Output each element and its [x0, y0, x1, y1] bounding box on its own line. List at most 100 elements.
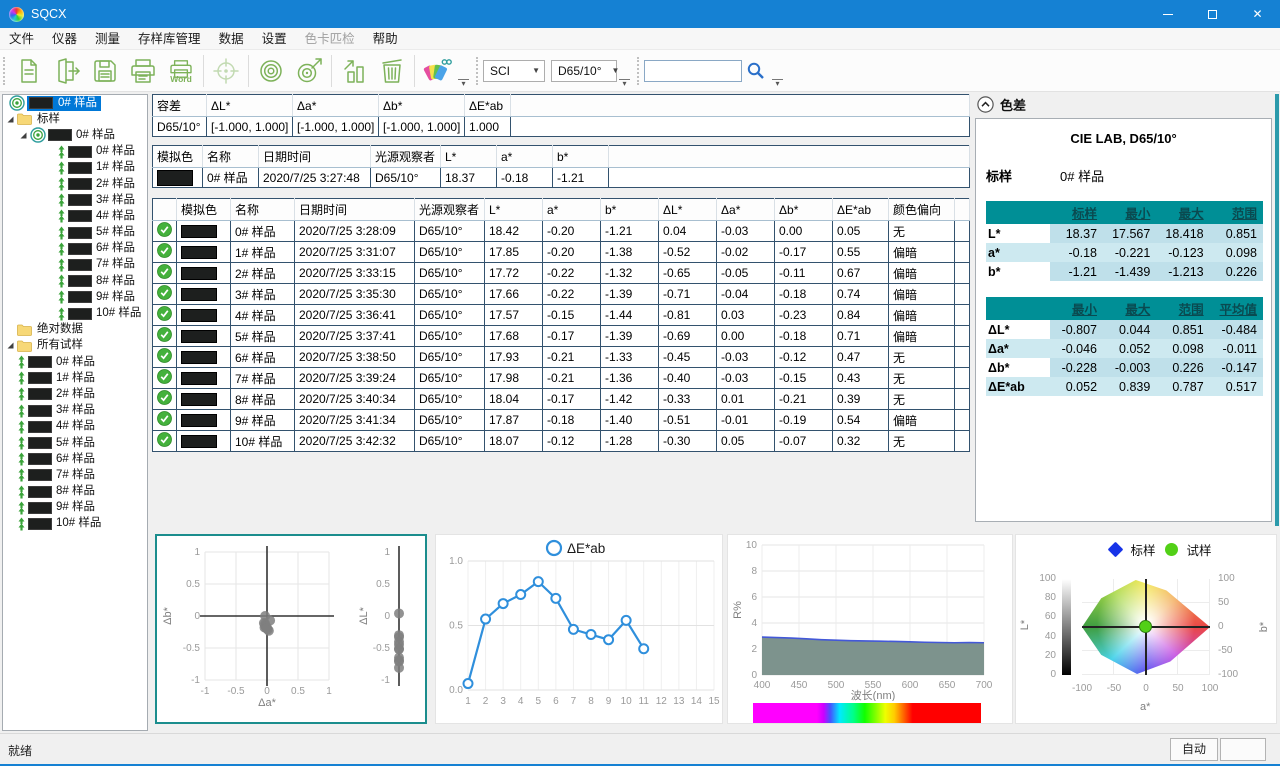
- sample-row-9[interactable]: 9# 样品2020/7/25 3:41:34D65/10°17.87-0.18-…: [153, 410, 970, 431]
- standard-header[interactable]: b*: [553, 146, 609, 168]
- calibrate-button[interactable]: [207, 52, 245, 90]
- print-button[interactable]: [124, 52, 162, 90]
- samples-header[interactable]: Δb*: [775, 199, 833, 221]
- menu-item-5[interactable]: 设置: [253, 28, 296, 50]
- tree-standard-child-4[interactable]: 4# 样品: [3, 208, 147, 224]
- deltaE-trend-panel[interactable]: 1234567891011121314150.00.51.0ΔE*ab: [435, 534, 723, 724]
- tree-trial-child-0[interactable]: 0# 样品: [3, 354, 147, 370]
- new-document-button[interactable]: [10, 52, 48, 90]
- collapse-panel-button[interactable]: [977, 96, 994, 113]
- tree-trial-child-9[interactable]: 9# 样品: [3, 500, 147, 516]
- samples-header[interactable]: 颜色偏向: [889, 199, 955, 221]
- export-word-button[interactable]: Word: [162, 52, 200, 90]
- sample-row-10[interactable]: 10# 样品2020/7/25 3:42:32D65/10°18.07-0.12…: [153, 431, 970, 452]
- menu-item-4[interactable]: 数据: [210, 28, 253, 50]
- tree-selected-sample[interactable]: 0# 样品: [3, 95, 147, 111]
- menu-item-6[interactable]: 色卡匹检: [296, 28, 364, 50]
- measure-standard-button[interactable]: [252, 52, 290, 90]
- lab-gamut-panel[interactable]: 标样 试样 L* b* a* 100806040200100500-50-100…: [1015, 534, 1277, 724]
- tree-trial-child-4[interactable]: 4# 样品: [3, 419, 147, 435]
- sample-row-8[interactable]: 8# 样品2020/7/25 3:40:34D65/10°18.04-0.17-…: [153, 389, 970, 410]
- tree-trial-child-7[interactable]: 7# 样品: [3, 467, 147, 483]
- samples-header[interactable]: a*: [543, 199, 601, 221]
- tree-standard-child-10[interactable]: 10# 样品: [3, 305, 147, 321]
- sample-row-4[interactable]: 4# 样品2020/7/25 3:36:41D65/10°17.57-0.15-…: [153, 305, 970, 326]
- standard-header[interactable]: 模拟色: [153, 146, 203, 168]
- samples-header[interactable]: 光源观察者: [415, 199, 485, 221]
- samples-header[interactable]: 日期时间: [295, 199, 415, 221]
- sample-row-5[interactable]: 5# 样品2020/7/25 3:37:41D65/10°17.68-0.17-…: [153, 326, 970, 347]
- tree-standard-child-9[interactable]: 9# 样品: [3, 289, 147, 305]
- search-input[interactable]: [644, 60, 742, 82]
- sample-row-6[interactable]: 6# 样品2020/7/25 3:38:50D65/10°17.93-0.21-…: [153, 347, 970, 368]
- toolbar-grip[interactable]: [476, 57, 478, 85]
- tree-trial-child-1[interactable]: 1# 样品: [3, 370, 147, 386]
- measure-sample-button[interactable]: [290, 52, 328, 90]
- samples-header[interactable]: 模拟色: [177, 199, 231, 221]
- expand-triangle-icon[interactable]: [19, 131, 28, 140]
- statistics-button[interactable]: [335, 52, 373, 90]
- standard-row[interactable]: 0# 样品 2020/7/25 3:27:48 D65/10° 18.37 -0…: [153, 168, 970, 188]
- standard-header[interactable]: 日期时间: [259, 146, 371, 168]
- tolerance-header[interactable]: Δa*: [293, 95, 379, 117]
- auto-mode-button[interactable]: 自动: [1170, 738, 1218, 761]
- mode-select[interactable]: SCI ▼: [483, 60, 545, 82]
- reflectance-panel[interactable]: 0246810400450500550600650700R%波长(nm): [727, 534, 1013, 724]
- tolerance-header[interactable]: ΔL*: [207, 95, 293, 117]
- tree-standard-child-2[interactable]: 2# 样品: [3, 176, 147, 192]
- tree-standard-child-6[interactable]: 6# 样品: [3, 241, 147, 257]
- tolerance-header[interactable]: 容差: [153, 95, 207, 117]
- expand-triangle-icon[interactable]: [6, 115, 15, 124]
- tolerance-header[interactable]: ΔE*ab: [465, 95, 511, 117]
- save-button[interactable]: [86, 52, 124, 90]
- menu-item-7[interactable]: 帮助: [364, 28, 407, 50]
- illuminant-select[interactable]: D65/10° ▼: [551, 60, 617, 82]
- tree-standard-child-7[interactable]: 7# 样品: [3, 257, 147, 273]
- toolbar-grip[interactable]: [3, 57, 5, 85]
- toolbar-overflow-button[interactable]: ▾: [458, 79, 469, 88]
- tolerance-header[interactable]: Δb*: [379, 95, 465, 117]
- tolerance-row[interactable]: D65/10° [-1.000, 1.000] [-1.000, 1.000] …: [153, 117, 970, 137]
- tree-standard-item[interactable]: 0# 样品: [3, 127, 147, 143]
- tree-group-standard[interactable]: 标样: [3, 111, 147, 127]
- samples-header[interactable]: L*: [485, 199, 543, 221]
- sample-row-0[interactable]: 0# 样品2020/7/25 3:28:09D65/10°18.42-0.20-…: [153, 221, 970, 242]
- menu-item-3[interactable]: 存样库管理: [129, 28, 210, 50]
- delta-ab-scatter-panel[interactable]: -1-0.500.5110.50-0.5-1Δb*Δa*10.50-0.5-1Δ…: [155, 534, 427, 724]
- tree-trial-child-5[interactable]: 5# 样品: [3, 435, 147, 451]
- sample-row-7[interactable]: 7# 样品2020/7/25 3:39:24D65/10°17.98-0.21-…: [153, 368, 970, 389]
- tree-standard-child-0[interactable]: 0# 样品: [3, 144, 147, 160]
- tree-standard-child-3[interactable]: 3# 样品: [3, 192, 147, 208]
- color-match-button[interactable]: [418, 52, 456, 90]
- standard-header[interactable]: L*: [441, 146, 497, 168]
- panel-splitter[interactable]: [1275, 94, 1279, 526]
- sample-row-3[interactable]: 3# 样品2020/7/25 3:35:30D65/10°17.66-0.22-…: [153, 284, 970, 305]
- toolbar-overflow-button[interactable]: ▾: [619, 79, 630, 88]
- menu-item-1[interactable]: 仪器: [43, 28, 86, 50]
- tree-group-absolute[interactable]: 绝对数据: [3, 322, 147, 338]
- maximize-button[interactable]: [1190, 0, 1235, 28]
- tree-trial-child-8[interactable]: 8# 样品: [3, 484, 147, 500]
- tree-group-trials[interactable]: 所有试样: [3, 338, 147, 354]
- samples-header[interactable]: ΔL*: [659, 199, 717, 221]
- open-button[interactable]: [48, 52, 86, 90]
- samples-header[interactable]: b*: [601, 199, 659, 221]
- tree-standard-child-5[interactable]: 5# 样品: [3, 225, 147, 241]
- toolbar-grip[interactable]: [637, 57, 639, 85]
- menu-item-0[interactable]: 文件: [0, 28, 43, 50]
- minimize-button[interactable]: [1145, 0, 1190, 28]
- sample-row-2[interactable]: 2# 样品2020/7/25 3:33:15D65/10°17.72-0.22-…: [153, 263, 970, 284]
- tree-trial-child-2[interactable]: 2# 样品: [3, 386, 147, 402]
- toolbar-overflow-button[interactable]: ▾: [772, 79, 783, 88]
- samples-header[interactable]: 名称: [231, 199, 295, 221]
- tree-standard-child-8[interactable]: 8# 样品: [3, 273, 147, 289]
- expand-triangle-icon[interactable]: [6, 341, 15, 350]
- menu-item-2[interactable]: 测量: [86, 28, 129, 50]
- search-button[interactable]: [742, 52, 770, 90]
- standard-header[interactable]: a*: [497, 146, 553, 168]
- samples-header[interactable]: Δa*: [717, 199, 775, 221]
- close-button[interactable]: ✕: [1235, 0, 1280, 28]
- tree-standard-child-1[interactable]: 1# 样品: [3, 160, 147, 176]
- sample-row-1[interactable]: 1# 样品2020/7/25 3:31:07D65/10°17.85-0.20-…: [153, 242, 970, 263]
- standard-header[interactable]: 光源观察者: [371, 146, 441, 168]
